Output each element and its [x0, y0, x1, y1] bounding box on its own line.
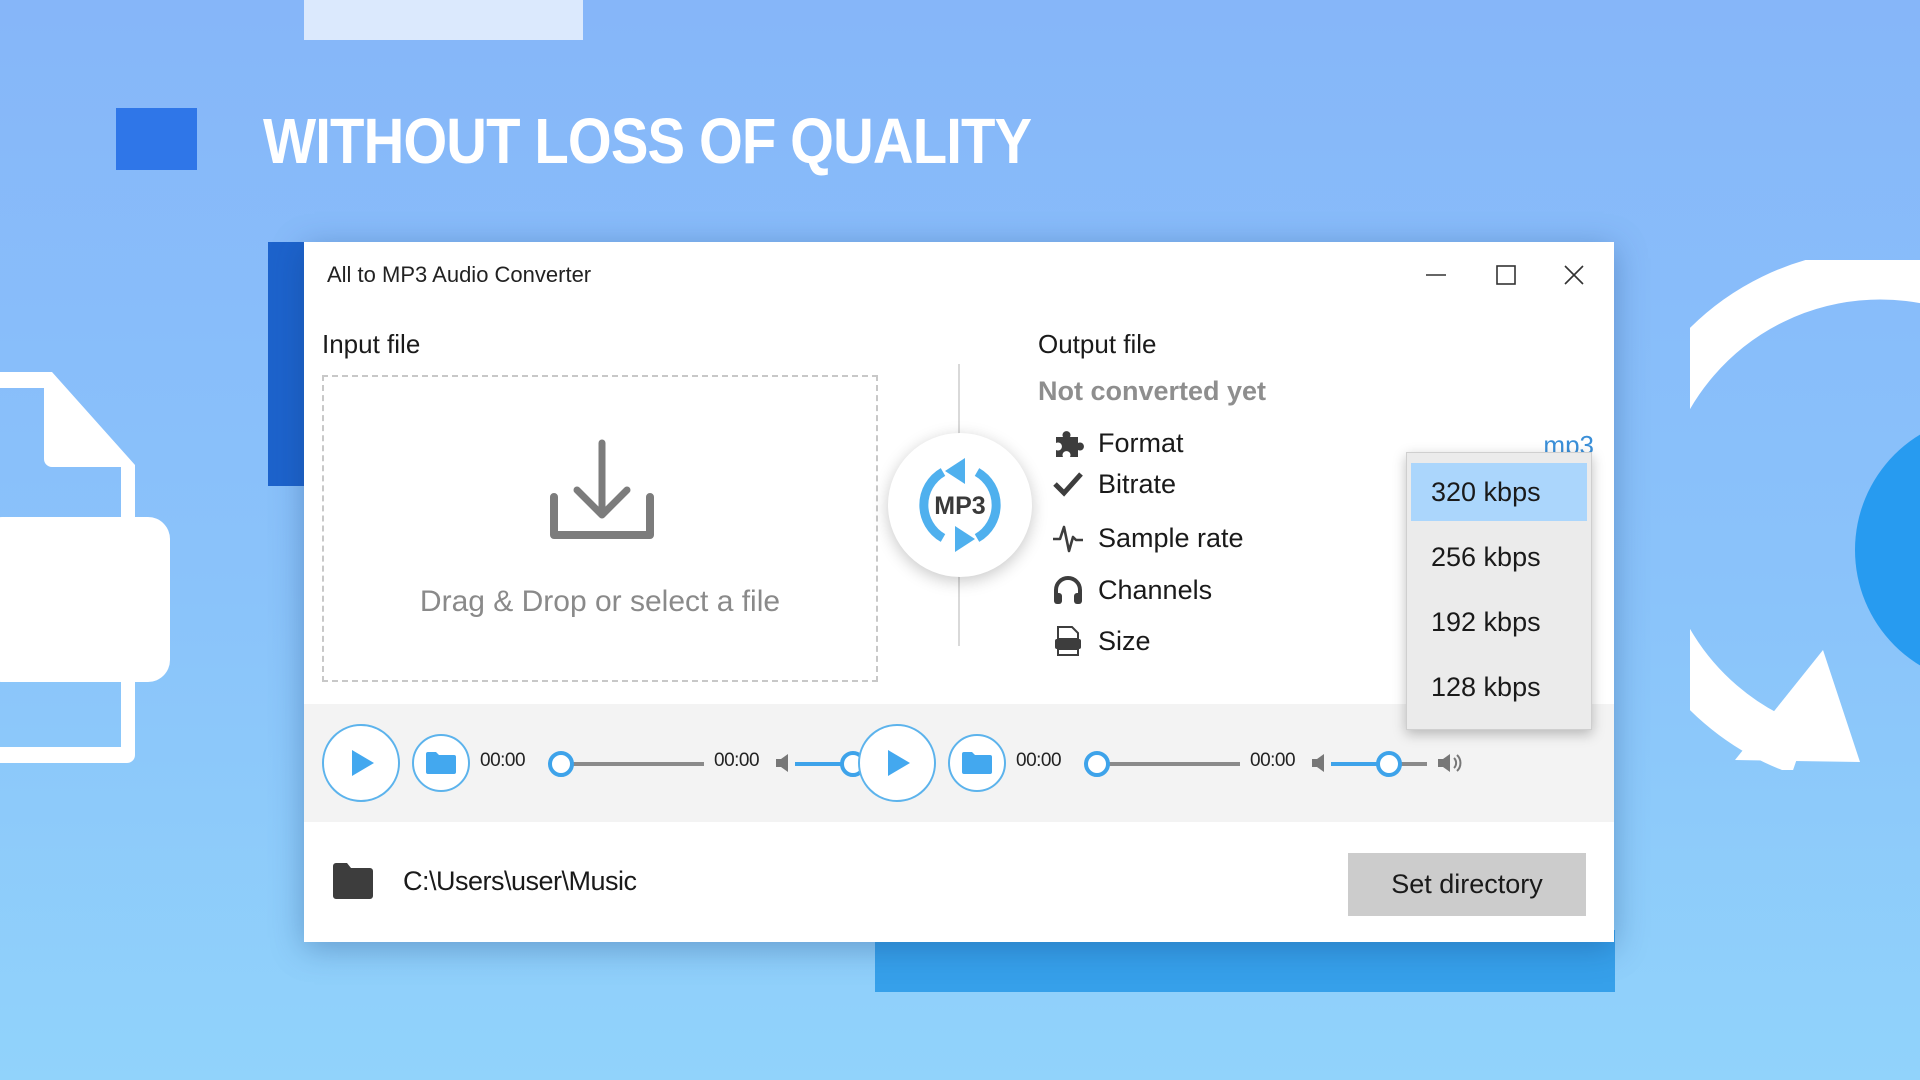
conversion-status: Not converted yet	[1038, 376, 1267, 406]
title-bar: All to MP3 Audio Converter	[304, 242, 1614, 308]
output-open-folder-button[interactable]	[948, 734, 1006, 792]
decorative-accent-bar	[268, 242, 308, 486]
footer: C:\Users\user\Music Set directory	[304, 822, 1614, 942]
minimize-button[interactable]	[1406, 250, 1466, 300]
play-icon	[888, 750, 910, 776]
file-drop-zone[interactable]: Drag & Drop or select a file	[322, 375, 878, 682]
decorative-title-square	[116, 108, 197, 170]
headphones-icon	[1050, 572, 1086, 608]
output-volume-thumb[interactable]	[1375, 751, 1402, 777]
property-size: Size	[1050, 621, 1151, 661]
directory-path: C:\Users\user\Music	[403, 866, 637, 896]
property-label: Format	[1098, 427, 1184, 458]
input-current-time: 00:00	[480, 750, 526, 771]
bitrate-option-320[interactable]: 320 kbps	[1411, 463, 1587, 521]
input-seek-bar[interactable]	[552, 762, 704, 766]
folder-icon	[962, 752, 992, 774]
pulse-icon	[1050, 520, 1086, 556]
property-sample-rate: Sample rate	[1050, 518, 1244, 558]
property-label: Channels	[1098, 574, 1213, 605]
output-seek-bar[interactable]	[1088, 762, 1240, 766]
input-seek-thumb[interactable]	[548, 751, 574, 777]
property-format: Format	[1050, 423, 1184, 463]
output-current-time: 00:00	[1016, 750, 1062, 771]
minimize-icon	[1426, 274, 1446, 276]
close-button[interactable]	[1544, 250, 1604, 300]
input-open-folder-button[interactable]	[412, 734, 470, 792]
convert-button-label: MP3	[934, 492, 985, 520]
puzzle-icon	[1050, 425, 1086, 461]
decorative-circular-arrow-icon	[1690, 260, 1920, 770]
app-window: All to MP3 Audio Converter Input file Dr…	[304, 242, 1614, 942]
bitrate-option-256[interactable]: 256 kbps	[1411, 528, 1587, 586]
output-file-label: Output file	[1038, 329, 1157, 359]
output-seek-thumb[interactable]	[1084, 751, 1110, 777]
maximize-icon	[1496, 265, 1516, 285]
close-icon	[1564, 265, 1584, 285]
volume-high-icon	[1438, 754, 1462, 772]
bitrate-dropdown[interactable]: 320 kbps 256 kbps 192 kbps 128 kbps	[1406, 452, 1592, 730]
window-title: All to MP3 Audio Converter	[327, 262, 592, 287]
bitrate-option-192[interactable]: 192 kbps	[1411, 593, 1587, 651]
drop-zone-text: Drag & Drop or select a file	[419, 585, 781, 618]
property-bitrate[interactable]: Bitrate	[1050, 464, 1176, 504]
input-play-button[interactable]	[322, 724, 400, 802]
folder-icon	[426, 752, 456, 774]
input-file-label: Input file	[322, 329, 421, 359]
decorative-printer-file-icon	[0, 372, 170, 763]
drive-icon	[1050, 623, 1086, 659]
property-channels: Channels	[1050, 570, 1212, 610]
set-directory-button[interactable]: Set directory	[1348, 853, 1586, 916]
directory-folder-icon	[333, 863, 373, 899]
checkmark-icon	[1050, 466, 1086, 502]
maximize-button[interactable]	[1476, 250, 1536, 300]
refresh-arrows-icon: MP3	[919, 458, 1001, 552]
play-icon	[352, 750, 374, 776]
convert-button[interactable]: MP3	[888, 433, 1032, 577]
output-player: 00:00 00:00	[840, 704, 1462, 822]
output-total-time: 00:00	[1250, 750, 1296, 771]
download-icon	[550, 439, 654, 539]
bitrate-option-128[interactable]: 128 kbps	[1411, 658, 1587, 716]
input-player: 00:00 00:00	[304, 704, 926, 822]
property-label: Bitrate	[1098, 468, 1177, 499]
decorative-top-rect	[304, 0, 583, 40]
input-total-time: 00:00	[714, 750, 760, 771]
property-label: Size	[1098, 625, 1151, 656]
output-play-button[interactable]	[858, 724, 936, 802]
banner-headline: WITHOUT LOSS OF QUALITY	[263, 105, 1032, 177]
property-label: Sample rate	[1098, 522, 1244, 553]
